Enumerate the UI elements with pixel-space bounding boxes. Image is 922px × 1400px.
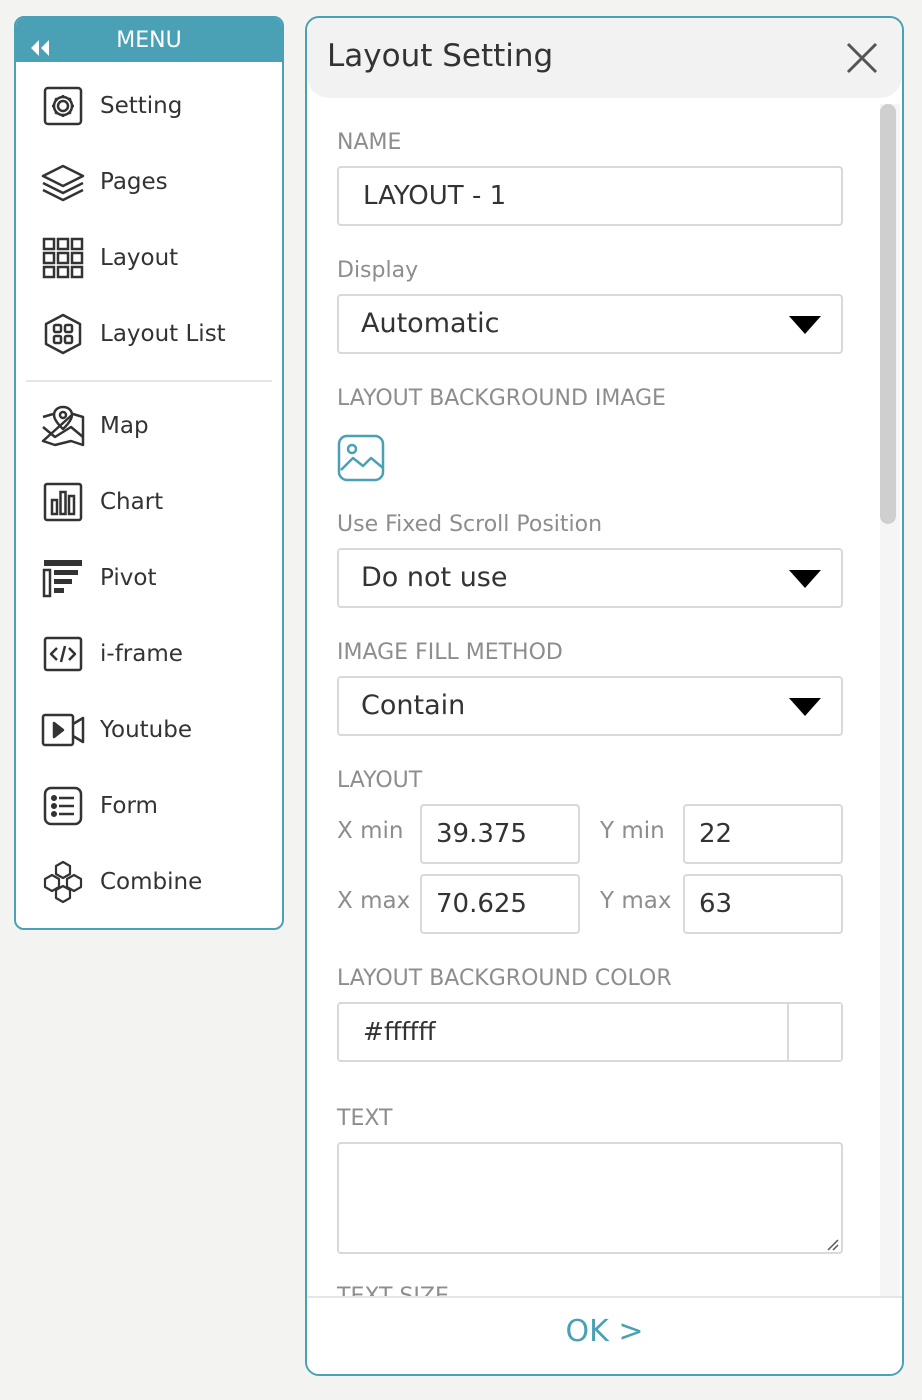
menu-item-form[interactable]: Form xyxy=(40,782,270,830)
layers-icon xyxy=(40,159,86,205)
layout-label: LAYOUT xyxy=(337,768,423,793)
menu-item-chart[interactable]: Chart xyxy=(40,478,270,526)
caret-down-icon xyxy=(789,570,821,588)
menu-item-iframe[interactable]: i-frame xyxy=(40,630,270,678)
list-icon xyxy=(40,783,86,829)
menu-title: MENU xyxy=(116,28,182,53)
layout-setting-dialog: Layout Setting NAME LAYOUT - 1 Display A… xyxy=(305,16,904,1376)
menu-item-label: Form xyxy=(100,793,158,819)
y-max-input[interactable]: 63 xyxy=(683,874,843,934)
dialog-header: Layout Setting xyxy=(307,18,902,98)
display-select-value: Automatic xyxy=(361,308,500,339)
pivot-icon xyxy=(40,555,86,601)
bg-color-value: #ffffff xyxy=(363,1017,436,1046)
hexagon-grid-icon xyxy=(40,311,86,357)
bg-color-label: LAYOUT BACKGROUND COLOR xyxy=(337,966,672,991)
hexagons-icon xyxy=(40,859,86,905)
menu-item-pivot[interactable]: Pivot xyxy=(40,554,270,602)
menu-item-combine[interactable]: Combine xyxy=(40,858,270,906)
double-chevron-left-icon[interactable] xyxy=(28,29,52,56)
x-min-input[interactable]: 39.375 xyxy=(420,804,580,864)
menu-header: MENU xyxy=(16,18,282,62)
dialog-footer: OK > xyxy=(307,1296,902,1374)
bg-color-input[interactable]: #ffffff xyxy=(337,1002,843,1062)
menu-item-layout-list[interactable]: Layout List xyxy=(40,310,270,358)
dialog-title: Layout Setting xyxy=(327,38,554,74)
caret-down-icon xyxy=(789,698,821,716)
y-max-label: Y max xyxy=(600,888,672,914)
menu-item-label: Combine xyxy=(100,869,203,895)
resize-grip-icon[interactable] xyxy=(825,1236,839,1251)
bg-image-label: LAYOUT BACKGROUND IMAGE xyxy=(337,386,666,411)
y-min-label: Y min xyxy=(600,818,665,844)
menu-panel: MENU Setting Pages Layout Layout List Ma… xyxy=(14,16,284,930)
menu-divider xyxy=(26,380,272,382)
name-input[interactable]: LAYOUT - 1 xyxy=(337,166,843,226)
fixed-scroll-select[interactable]: Do not use xyxy=(337,548,843,608)
menu-item-setting[interactable]: Setting xyxy=(40,82,270,130)
image-icon[interactable] xyxy=(337,434,385,482)
menu-item-label: Layout xyxy=(100,245,179,271)
ok-button[interactable]: OK > xyxy=(566,1314,644,1349)
text-textarea[interactable] xyxy=(337,1142,843,1254)
menu-item-label: i-frame xyxy=(100,641,183,667)
menu-item-map[interactable]: Map xyxy=(40,402,270,450)
dialog-body: NAME LAYOUT - 1 Display Automatic LAYOUT… xyxy=(307,98,902,1298)
bar-chart-icon xyxy=(40,479,86,525)
color-swatch[interactable] xyxy=(787,1004,841,1060)
code-icon xyxy=(40,631,86,677)
caret-down-icon xyxy=(789,316,821,334)
name-label: NAME xyxy=(337,130,402,155)
menu-item-layout[interactable]: Layout xyxy=(40,234,270,282)
menu-item-label: Youtube xyxy=(100,717,192,743)
menu-item-pages[interactable]: Pages xyxy=(40,158,270,206)
menu-item-label: Chart xyxy=(100,489,164,515)
menu-item-label: Pages xyxy=(100,169,168,195)
menu-item-label: Layout List xyxy=(100,321,226,347)
menu-item-label: Setting xyxy=(100,93,183,119)
y-min-input[interactable]: 22 xyxy=(683,804,843,864)
x-max-label: X max xyxy=(337,888,411,914)
map-pin-icon xyxy=(40,403,86,449)
menu-item-label: Pivot xyxy=(100,565,157,591)
display-label: Display xyxy=(337,258,419,283)
fill-method-select-value: Contain xyxy=(361,690,466,721)
text-label: TEXT xyxy=(337,1106,393,1131)
fixed-scroll-label: Use Fixed Scroll Position xyxy=(337,512,603,537)
grid-icon xyxy=(40,235,86,281)
menu-item-youtube[interactable]: Youtube xyxy=(40,706,270,754)
video-icon xyxy=(40,707,86,753)
fill-method-select[interactable]: Contain xyxy=(337,676,843,736)
close-icon[interactable] xyxy=(844,40,880,76)
display-select[interactable]: Automatic xyxy=(337,294,843,354)
fixed-scroll-select-value: Do not use xyxy=(361,562,508,593)
x-max-input[interactable]: 70.625 xyxy=(420,874,580,934)
fill-method-label: IMAGE FILL METHOD xyxy=(337,640,563,665)
x-min-label: X min xyxy=(337,818,404,844)
gear-icon xyxy=(40,83,86,129)
menu-item-label: Map xyxy=(100,413,149,439)
